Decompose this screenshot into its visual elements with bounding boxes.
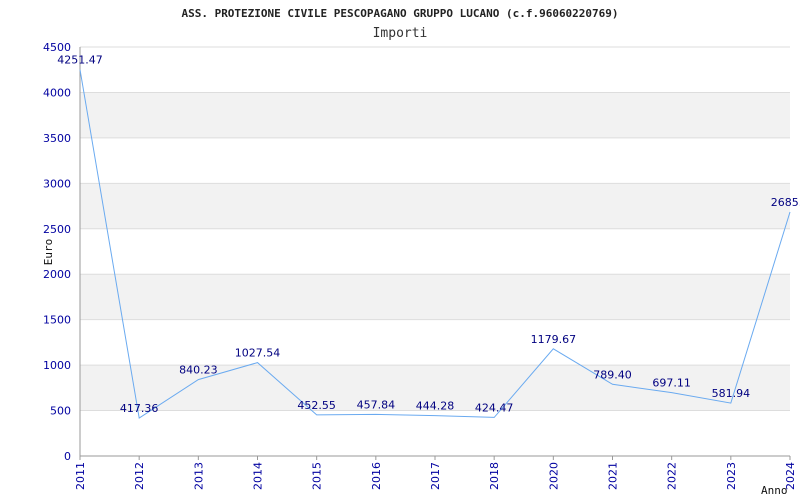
x-tick-label: 2020 xyxy=(547,462,560,490)
data-label: 1027.54 xyxy=(235,347,281,360)
grid-band xyxy=(80,274,790,320)
x-tick-label: 2018 xyxy=(488,462,501,490)
data-label: 444.28 xyxy=(416,400,455,413)
x-tick-label: 2015 xyxy=(311,462,324,490)
data-label: 581.94 xyxy=(712,387,751,400)
y-tick-label: 4500 xyxy=(43,41,71,54)
data-label: 840.23 xyxy=(179,364,218,377)
y-tick-label: 3500 xyxy=(43,132,71,145)
grid-band xyxy=(80,92,790,138)
x-tick-label: 2011 xyxy=(74,462,87,490)
chart-title: ASS. PROTEZIONE CIVILE PESCOPAGANO GRUPP… xyxy=(181,7,618,20)
x-tick-label: 2014 xyxy=(252,462,265,490)
data-label: 789.40 xyxy=(593,368,632,381)
y-tick-label: 2000 xyxy=(43,268,71,281)
x-tick-label: 2021 xyxy=(607,462,620,490)
data-label: 424.47 xyxy=(475,401,514,414)
data-label: 1179.67 xyxy=(531,333,577,346)
y-tick-label: 4000 xyxy=(43,86,71,99)
data-label: 452.55 xyxy=(297,399,336,412)
data-label: 4251.47 xyxy=(57,54,103,67)
x-axis-ticks: 2011 2012 2013 2014 2015 2016 2017 2018 2020 2021… xyxy=(74,456,797,490)
x-tick-label: 2023 xyxy=(725,462,738,490)
x-tick-label: 2012 xyxy=(133,462,146,490)
y-axis-label: Euro xyxy=(42,239,55,266)
x-tick-label: 2013 xyxy=(192,462,205,490)
y-tick-label: 0 xyxy=(64,450,71,463)
data-label: 2685.0 xyxy=(771,196,800,209)
chart-subtitle: Importi xyxy=(373,26,428,41)
chart: 0 500 1000 1500 2000 2500 3000 3500 4000 4500 201… xyxy=(42,7,800,497)
data-label: 417.36 xyxy=(120,402,159,415)
grid-band xyxy=(80,183,790,229)
y-tick-label: 500 xyxy=(50,405,71,418)
x-tick-label: 2016 xyxy=(370,462,383,490)
x-tick-label: 2022 xyxy=(666,462,679,490)
y-tick-label: 1000 xyxy=(43,359,71,372)
y-tick-label: 1500 xyxy=(43,314,71,327)
x-axis-label: Anno xyxy=(761,484,788,497)
data-label: 697.11 xyxy=(652,377,691,390)
y-tick-label: 3000 xyxy=(43,177,71,190)
y-tick-label: 2500 xyxy=(43,223,71,236)
data-label: 457.84 xyxy=(357,398,396,411)
x-tick-label: 2017 xyxy=(429,462,442,490)
